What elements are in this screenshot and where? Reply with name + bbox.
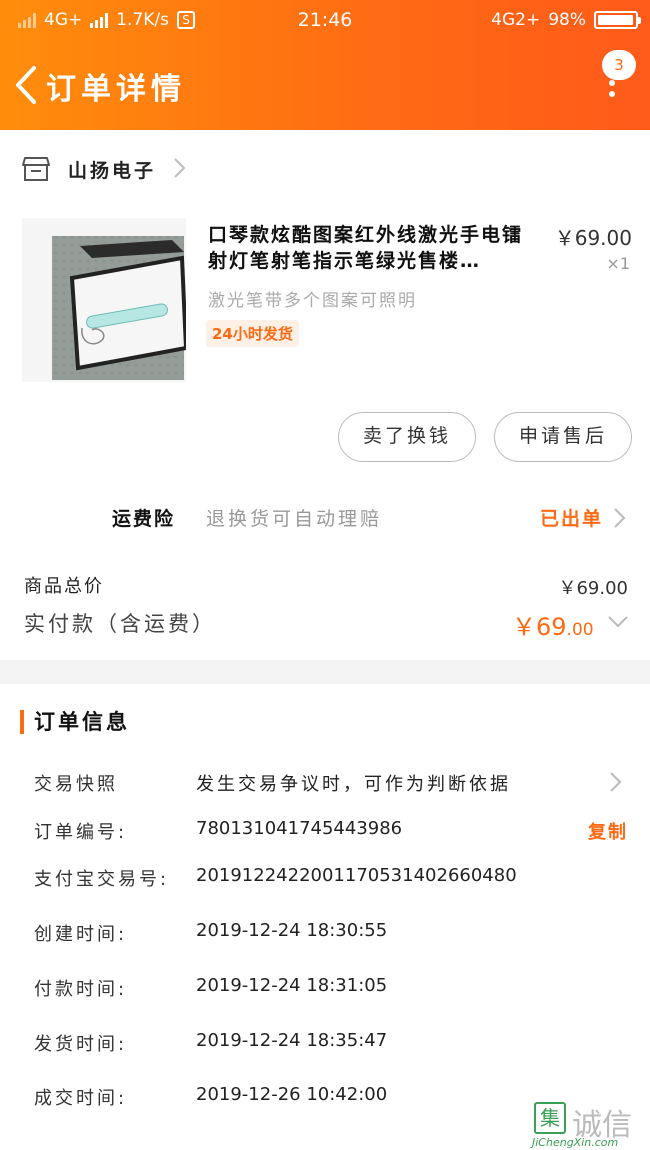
paid-amount-cents: .00 (566, 620, 594, 640)
copy-button[interactable]: 复制 (588, 818, 628, 844)
insurance-status: 已出单 (540, 508, 604, 530)
snapshot-label: 交易快照 (34, 774, 118, 795)
shipping-tag: 24小时发货 (206, 320, 299, 347)
paid-amount-label: 实付款（含运费） (24, 612, 216, 636)
shipping-insurance-row[interactable]: 运费险 退换货可自动理赔 已出单 (0, 490, 650, 546)
watermark: 集 诚信 JiChengXin.com (532, 1100, 650, 1150)
paid-amount-value: ￥69.00 (512, 607, 594, 642)
product-item[interactable]: 口琴款炫酷图案红外线激光手电镭射灯笔射笔指示笔绿光售楼… ￥69.00 ×1 激… (0, 210, 650, 390)
product-title[interactable]: 口琴款炫酷图案红外线激光手电镭射灯笔射笔指示笔绿光售楼… (208, 222, 538, 276)
created-time-label: 创建时间: (34, 924, 128, 945)
more-vertical-icon (609, 80, 615, 86)
chevron-down-icon[interactable] (606, 614, 630, 630)
paid-amount-main: ￥69 (512, 613, 567, 641)
order-number-label: 订单编号: (34, 822, 128, 843)
product-quantity: ×1 (606, 254, 630, 273)
chevron-right-icon (614, 508, 626, 528)
laser-pen-box-image (22, 218, 189, 382)
message-badge[interactable]: 3 (602, 50, 636, 80)
section-accent-bar (20, 710, 24, 734)
goods-total-label: 商品总价 (24, 576, 104, 597)
battery-icon (594, 11, 641, 29)
product-spec: 激光笔带多个图案可照明 (208, 291, 417, 311)
order-number-value: 780131041745443986 (196, 818, 403, 839)
created-time-value: 2019-12-24 18:30:55 (196, 920, 388, 941)
more-vertical-icon (609, 91, 615, 97)
order-info-header: 订单信息 (0, 700, 650, 744)
page-title: 订单详情 (46, 72, 186, 107)
after-sale-button[interactable]: 申请售后 (494, 412, 632, 462)
watermark-logo: 集 (534, 1102, 566, 1134)
section-divider (0, 660, 650, 684)
status-right: 4G2+ 98% (491, 10, 641, 30)
insurance-label: 运费险 (112, 508, 176, 530)
paid-time-value: 2019-12-24 18:31:05 (196, 975, 388, 996)
snapshot-value[interactable]: 发生交易争议时，可作为判断依据 (196, 770, 511, 796)
product-image[interactable] (22, 218, 189, 382)
chevron-right-icon[interactable] (608, 770, 622, 794)
order-info-title: 订单信息 (34, 710, 130, 734)
shop-name: 山扬电子 (68, 160, 157, 182)
nav-bar: 订单详情 3 (0, 50, 650, 125)
status-bar: 4G+ 1.7K/s S 21:46 4G2+ 98% (0, 0, 650, 44)
chevron-right-icon (174, 158, 186, 178)
insurance-desc: 退换货可自动理赔 (206, 508, 383, 530)
shipped-time-value: 2019-12-24 18:35:47 (196, 1030, 388, 1051)
watermark-url: JiChengXin.com (532, 1136, 619, 1149)
shipped-time-label: 发货时间: (34, 1034, 128, 1055)
network-type-2: 4G2+ (491, 10, 541, 30)
shop-row[interactable]: 山扬电子 (0, 140, 650, 200)
alipay-number-label: 支付宝交易号: (34, 869, 170, 890)
battery-level (598, 15, 634, 25)
store-icon (22, 157, 50, 181)
back-button[interactable] (8, 62, 44, 108)
sell-button[interactable]: 卖了换钱 (338, 412, 476, 462)
more-button[interactable] (598, 80, 626, 106)
done-time-label: 成交时间: (34, 1088, 128, 1109)
product-price: ￥69.00 (554, 226, 632, 250)
goods-total-value: ￥69.00 (558, 578, 628, 599)
battery-percent: 98% (548, 10, 586, 30)
app-header: 4G+ 1.7K/s S 21:46 4G2+ 98% 订单详情 3 (0, 0, 650, 130)
chevron-left-icon (16, 66, 36, 104)
done-time-value: 2019-12-26 10:42:00 (196, 1084, 388, 1105)
paid-time-label: 付款时间: (34, 979, 128, 1000)
alipay-number-value: 2019122422001170531402660480 (196, 865, 517, 886)
